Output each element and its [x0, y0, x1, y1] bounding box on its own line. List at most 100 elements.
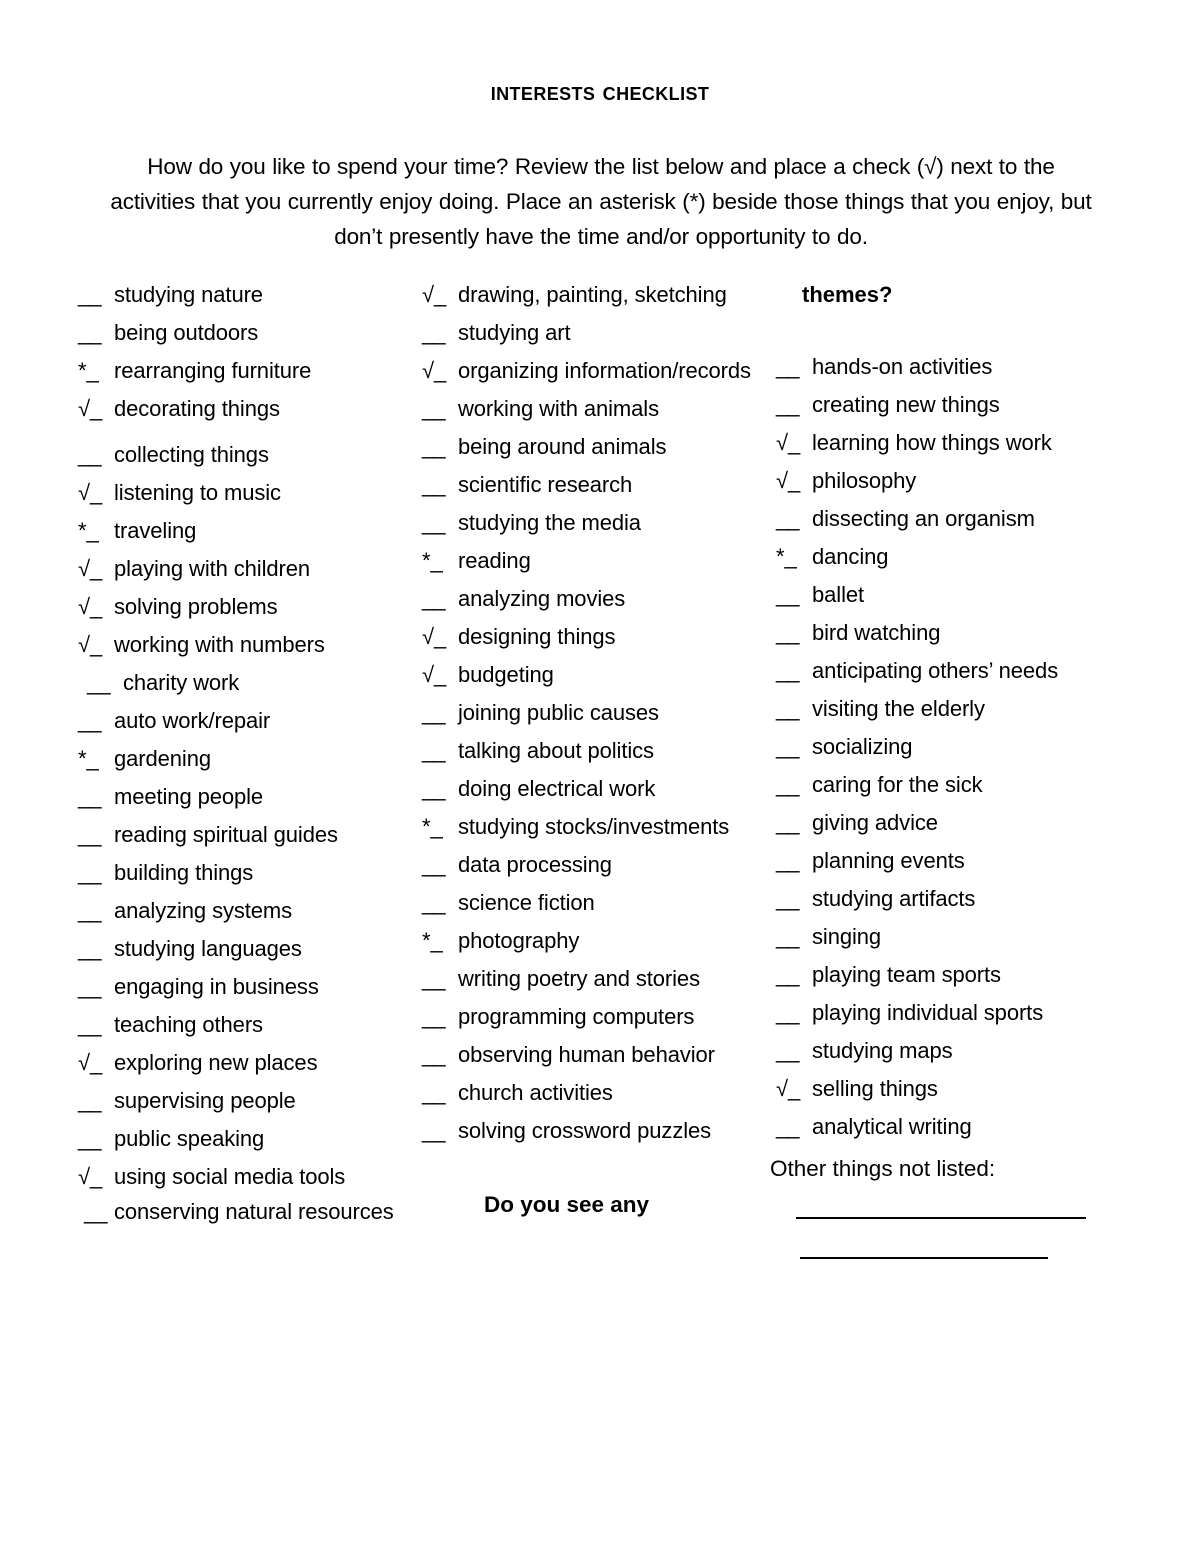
checkbox-blank-icon[interactable]: __: [78, 816, 108, 854]
checkbox-blank-icon[interactable]: __: [78, 436, 108, 474]
checklist-item[interactable]: __ being outdoors: [78, 314, 408, 352]
checklist-item[interactable]: __ teaching others: [78, 1006, 408, 1044]
checklist-item[interactable]: __ bird watching: [776, 614, 1116, 652]
asterisk-mark-icon[interactable]: *_: [78, 512, 108, 550]
checkbox-blank-icon[interactable]: __: [78, 1120, 108, 1158]
check-mark-icon[interactable]: √_: [78, 626, 108, 664]
checkbox-blank-icon[interactable]: __: [422, 884, 452, 922]
checklist-item[interactable]: __ doing electrical work: [422, 770, 772, 808]
checklist-item[interactable]: __ studying nature: [78, 276, 408, 314]
checkbox-blank-icon[interactable]: __: [776, 1108, 806, 1146]
checklist-item[interactable]: __ programming computers: [422, 998, 772, 1036]
checklist-item[interactable]: __ playing team sports: [776, 956, 1116, 994]
checklist-item[interactable]: __ visiting the elderly: [776, 690, 1116, 728]
check-mark-icon[interactable]: √_: [78, 1044, 108, 1082]
checkbox-blank-icon[interactable]: __: [422, 466, 452, 504]
checklist-item[interactable]: __ creating new things: [776, 386, 1116, 424]
checkbox-blank-icon[interactable]: __: [776, 766, 806, 804]
checkbox-blank-icon[interactable]: __: [422, 428, 452, 466]
checklist-item[interactable]: __ socializing: [776, 728, 1116, 766]
checkbox-blank-icon[interactable]: __: [78, 314, 108, 352]
checkbox-blank-icon[interactable]: __: [87, 664, 117, 702]
check-mark-icon[interactable]: √_: [776, 462, 806, 500]
checklist-item[interactable]: *_ dancing: [776, 538, 1116, 576]
checkbox-blank-icon[interactable]: __: [78, 276, 108, 314]
checklist-item[interactable]: √_ working with numbers: [78, 626, 408, 664]
check-mark-icon[interactable]: √_: [78, 588, 108, 626]
checklist-item[interactable]: __ being around animals: [422, 428, 772, 466]
checklist-item[interactable]: __ playing individual sports: [776, 994, 1116, 1032]
checklist-item[interactable]: __ scientific research: [422, 466, 772, 504]
asterisk-mark-icon[interactable]: *_: [776, 538, 806, 576]
checkbox-blank-icon[interactable]: __: [422, 580, 452, 618]
checklist-item[interactable]: √_ decorating things: [78, 390, 408, 428]
checkbox-blank-icon[interactable]: __: [776, 576, 806, 614]
checklist-item[interactable]: √_ drawing, painting, sketching: [422, 276, 772, 314]
checkbox-blank-icon[interactable]: __: [422, 694, 452, 732]
checkbox-blank-icon[interactable]: __: [776, 956, 806, 994]
checkbox-blank-icon[interactable]: __: [776, 348, 806, 386]
checkbox-blank-icon[interactable]: __: [78, 930, 108, 968]
check-mark-icon[interactable]: √_: [776, 424, 806, 462]
checklist-item[interactable]: __ collecting things: [78, 436, 408, 474]
checkbox-blank-icon[interactable]: __: [776, 652, 806, 690]
checklist-item[interactable]: *_ reading: [422, 542, 772, 580]
checkbox-blank-icon[interactable]: __: [78, 1082, 108, 1120]
checklist-item[interactable]: __ studying maps: [776, 1032, 1116, 1070]
checklist-item[interactable]: *_ traveling: [78, 512, 408, 550]
checklist-item[interactable]: √_ using social media tools: [78, 1158, 408, 1196]
check-mark-icon[interactable]: √_: [78, 474, 108, 512]
checklist-item[interactable]: √_ listening to music: [78, 474, 408, 512]
check-mark-icon[interactable]: √_: [422, 656, 452, 694]
asterisk-mark-icon[interactable]: *_: [422, 542, 452, 580]
checkbox-blank-icon[interactable]: __: [78, 778, 108, 816]
checklist-item[interactable]: __ joining public causes: [422, 694, 772, 732]
checkbox-blank-icon[interactable]: __: [78, 702, 108, 740]
checkbox-blank-icon[interactable]: __: [776, 842, 806, 880]
check-mark-icon[interactable]: √_: [422, 352, 452, 390]
checklist-item[interactable]: √_ designing things: [422, 618, 772, 656]
write-in-line[interactable]: [796, 1217, 1086, 1219]
checklist-item[interactable]: __ meeting people: [78, 778, 408, 816]
asterisk-mark-icon[interactable]: *_: [78, 352, 108, 390]
checkbox-blank-icon[interactable]: __: [78, 854, 108, 892]
checkbox-blank-icon[interactable]: __: [776, 1032, 806, 1070]
checklist-item[interactable]: __ anticipating others’ needs: [776, 652, 1116, 690]
checklist-item[interactable]: __ public speaking: [78, 1120, 408, 1158]
checklist-item[interactable]: __ building things: [78, 854, 408, 892]
checklist-item[interactable]: __ giving advice: [776, 804, 1116, 842]
checklist-item[interactable]: *_ rearranging furniture: [78, 352, 408, 390]
checklist-item[interactable]: √_ solving problems: [78, 588, 408, 626]
checklist-item[interactable]: √_ philosophy: [776, 462, 1116, 500]
check-mark-icon[interactable]: √_: [422, 276, 452, 314]
checkbox-blank-icon[interactable]: __: [776, 880, 806, 918]
checklist-item[interactable]: __ studying artifacts: [776, 880, 1116, 918]
checklist-item[interactable]: __ observing human behavior: [422, 1036, 772, 1074]
checkbox-blank-icon[interactable]: __: [422, 960, 452, 998]
checklist-item[interactable]: __ hands-on activities: [776, 348, 1116, 386]
checklist-item[interactable]: __ studying the media: [422, 504, 772, 542]
checkbox-blank-icon[interactable]: __: [422, 732, 452, 770]
checklist-item[interactable]: __ science fiction: [422, 884, 772, 922]
checklist-item[interactable]: __ supervising people: [78, 1082, 408, 1120]
checkbox-blank-icon[interactable]: __: [776, 728, 806, 766]
checklist-item[interactable]: __ conserving natural resources: [78, 1196, 408, 1227]
checklist-item[interactable]: √_ playing with children: [78, 550, 408, 588]
checklist-item[interactable]: __ ballet: [776, 576, 1116, 614]
checkbox-blank-icon[interactable]: __: [776, 690, 806, 728]
checkbox-blank-icon[interactable]: __: [776, 994, 806, 1032]
check-mark-icon[interactable]: √_: [78, 550, 108, 588]
checklist-item[interactable]: __ singing: [776, 918, 1116, 956]
checklist-item[interactable]: *_ photography: [422, 922, 772, 960]
asterisk-mark-icon[interactable]: *_: [422, 808, 452, 846]
checklist-item[interactable]: √_ learning how things work: [776, 424, 1116, 462]
checkbox-blank-icon[interactable]: __: [422, 390, 452, 428]
checklist-item[interactable]: *_ gardening: [78, 740, 408, 778]
checkbox-blank-icon[interactable]: __: [422, 1074, 452, 1112]
check-mark-icon[interactable]: √_: [776, 1070, 806, 1108]
checklist-item[interactable]: __ dissecting an organism: [776, 500, 1116, 538]
checklist-item[interactable]: __ reading spiritual guides: [78, 816, 408, 854]
checkbox-blank-icon[interactable]: __: [422, 504, 452, 542]
checklist-item[interactable]: __ talking about politics: [422, 732, 772, 770]
asterisk-mark-icon[interactable]: *_: [78, 740, 108, 778]
